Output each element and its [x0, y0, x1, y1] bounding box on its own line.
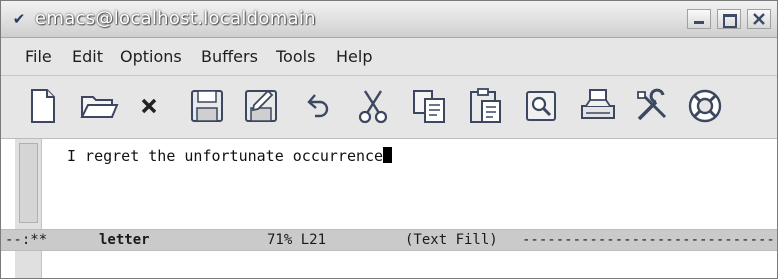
menu-tools[interactable]: Tools: [276, 47, 315, 67]
close-window-button[interactable]: [747, 9, 771, 29]
title-bar[interactable]: ✔ emacs@localhost.localdomain: [1, 1, 777, 38]
save-as-icon: [245, 89, 277, 122]
menu-options[interactable]: Options: [120, 47, 182, 67]
vertical-scrollbar[interactable]: [15, 139, 42, 229]
modeline-modes: (Text Fill): [405, 232, 498, 248]
minimize-button[interactable]: [687, 9, 711, 29]
search-button[interactable]: [521, 86, 561, 126]
scrollbar-thumb[interactable]: [19, 143, 38, 223]
modeline-status: --:**: [5, 232, 48, 248]
minibuffer[interactable]: [1, 251, 777, 278]
cut-icon: [358, 90, 388, 124]
open-file-button[interactable]: [79, 86, 119, 126]
copy-button[interactable]: [409, 86, 449, 126]
copy-icon: [413, 90, 445, 123]
menu-help[interactable]: Help: [336, 47, 372, 67]
window-menu-checkmark-icon[interactable]: ✔: [9, 9, 29, 29]
undo-button[interactable]: [298, 86, 338, 126]
customize-icon: [637, 88, 667, 121]
print-icon: [581, 89, 615, 119]
print-button[interactable]: [578, 86, 618, 126]
customize-button[interactable]: [632, 86, 672, 126]
menu-bar: File Edit Options Buffers Tools Help: [1, 38, 777, 76]
modeline-buffer-name: letter: [99, 232, 150, 248]
mode-line[interactable]: --:** letter 71% L21 (Text Fill) -------…: [1, 229, 777, 251]
new-file-button[interactable]: [23, 86, 63, 126]
cut-button[interactable]: [353, 86, 393, 126]
save-button[interactable]: [187, 86, 227, 126]
buffer-text: I regret the unfortunate occurrence: [67, 147, 384, 165]
paste-icon: [470, 88, 501, 123]
save-as-button[interactable]: [241, 86, 281, 126]
close-buffer-button[interactable]: [129, 86, 169, 126]
new-file-icon: [31, 89, 55, 123]
search-icon: [526, 91, 556, 121]
editor-area[interactable]: I regret the unfortunate occurrence: [1, 139, 777, 229]
toolbar: [1, 76, 777, 139]
help-lifebuoy-icon: [688, 89, 722, 123]
open-folder-icon: [80, 96, 119, 118]
modeline-position: 71% L21: [267, 232, 327, 248]
undo-icon: [307, 94, 329, 118]
emacs-window: ✔ emacs@localhost.localdomain File Edit …: [0, 0, 778, 279]
close-icon: [753, 13, 765, 25]
menu-buffers[interactable]: Buffers: [201, 47, 258, 67]
help-button[interactable]: [685, 86, 725, 126]
menu-file[interactable]: File: [25, 47, 52, 67]
window-title: emacs@localhost.localdomain: [35, 8, 316, 29]
minibuffer-scrollbar[interactable]: [15, 251, 42, 278]
paste-button[interactable]: [465, 86, 505, 126]
maximize-button[interactable]: [717, 9, 741, 29]
close-icon: [141, 98, 157, 114]
menu-edit[interactable]: Edit: [72, 47, 103, 67]
buffer-text-line[interactable]: I regret the unfortunate occurrence: [67, 146, 393, 166]
text-cursor: [383, 147, 393, 163]
modeline-fill: --------------------------------: [522, 232, 777, 248]
save-icon: [191, 90, 223, 122]
